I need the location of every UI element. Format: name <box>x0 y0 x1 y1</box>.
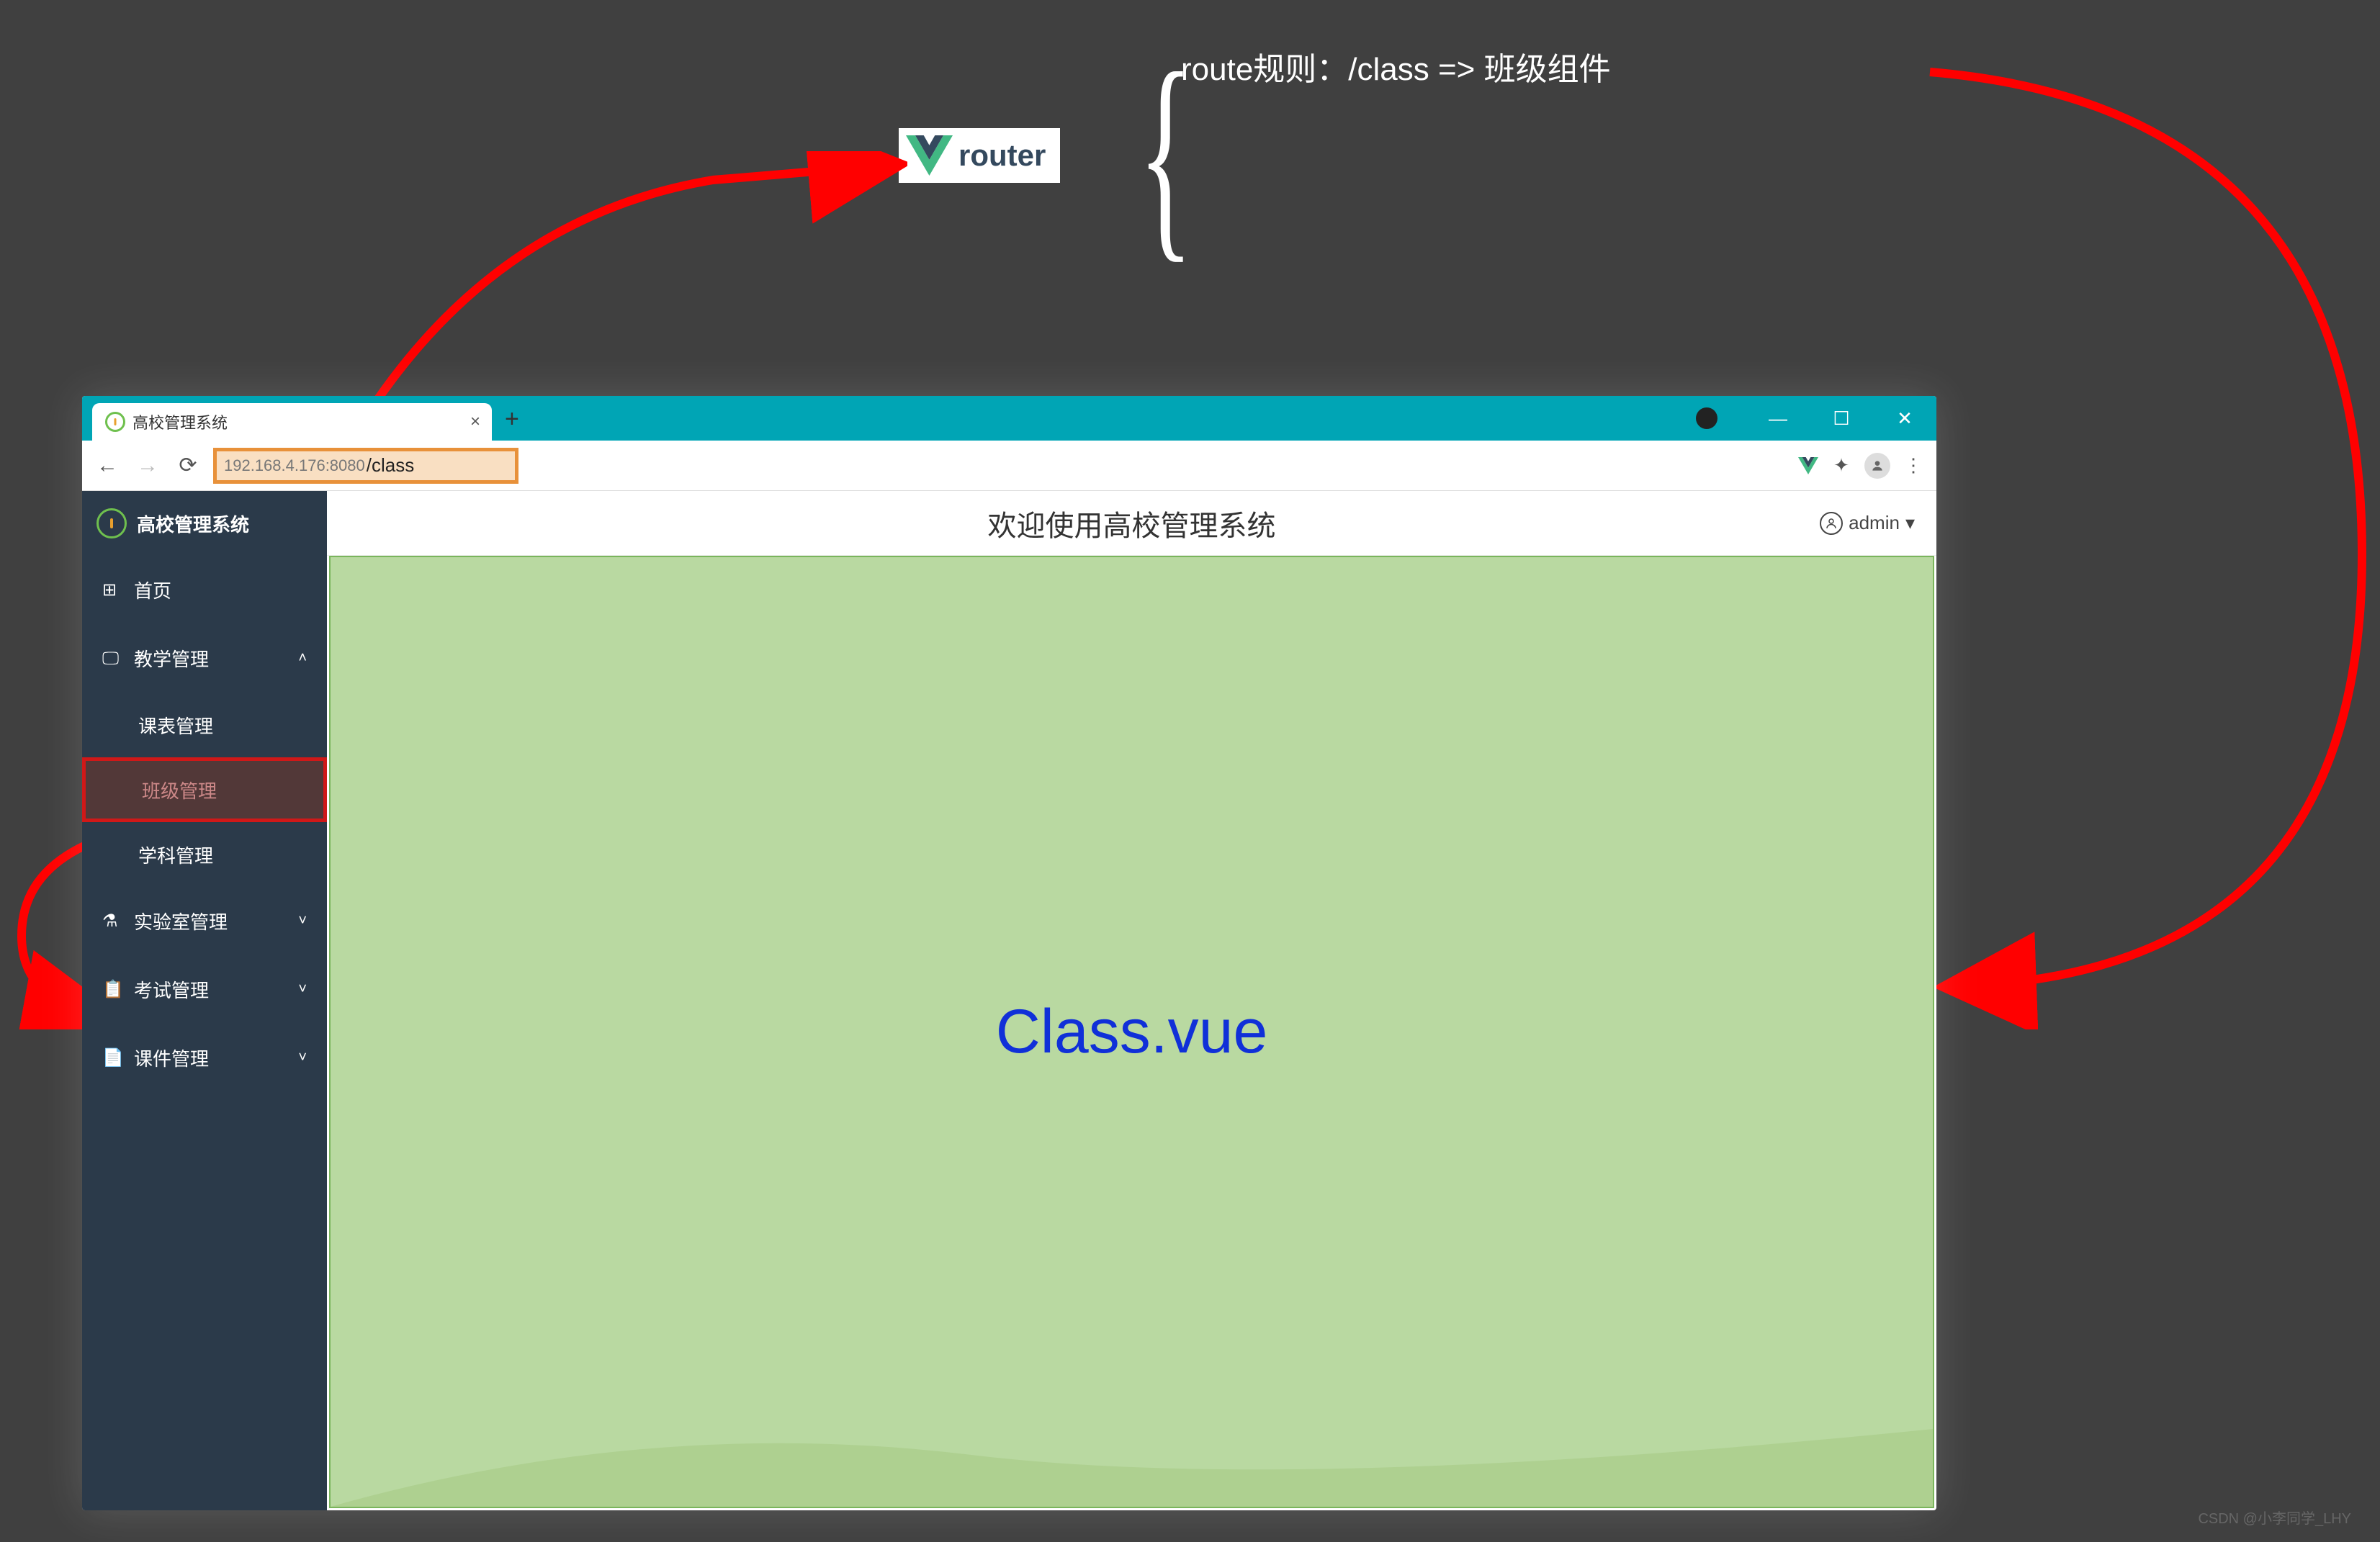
submenu-subject[interactable]: 学科管理 <box>82 822 327 887</box>
menu-label: 考试管理 <box>134 976 209 1003</box>
menu-label: 课件管理 <box>134 1045 209 1071</box>
incognito-icon <box>1696 407 1717 429</box>
chevron-up-icon: ˄ <box>298 650 307 667</box>
lab-icon: ⚗ <box>102 911 122 932</box>
menu-home[interactable]: ⊞ 首页 <box>82 556 327 624</box>
back-button[interactable]: ← <box>92 451 122 481</box>
submenu-schedule[interactable]: 课表管理 <box>82 693 327 757</box>
vue-logo-icon <box>906 135 953 176</box>
app-logo-icon <box>96 508 127 538</box>
sidebar-title: 高校管理系统 <box>137 510 249 537</box>
menu-teaching[interactable]: 🖵 教学管理 ˄ <box>82 624 327 693</box>
component-name: Class.vue <box>996 996 1268 1068</box>
app-area: 高校管理系统 ⊞ 首页 🖵 教学管理 ˄ 课表管理 班级管理 学科管理 <box>82 491 1936 1510</box>
maximize-button[interactable]: ☐ <box>1810 396 1873 441</box>
document-icon: 📄 <box>102 1047 122 1068</box>
url-path: /class <box>367 454 414 477</box>
browser-window: 高校管理系统 × + — ☐ ✕ ← → ⟳ 192.168.4.176:808… <box>82 396 1936 1510</box>
dashboard-icon: ⊞ <box>102 580 122 600</box>
menu-label: 首页 <box>134 577 171 603</box>
chevron-down-icon: ˅ <box>298 981 307 998</box>
tab-title: 高校管理系统 <box>133 410 228 433</box>
hill-decoration <box>331 1377 1933 1507</box>
browser-tab[interactable]: 高校管理系统 × <box>92 403 492 441</box>
clipboard-icon: 📋 <box>102 979 122 1000</box>
window-controls: — ☐ ✕ <box>1696 396 1936 441</box>
reload-button[interactable]: ⟳ <box>173 451 203 481</box>
welcome-text: 欢迎使用高校管理系统 <box>988 502 1276 544</box>
watermark: CSDN @小李同学_LHY <box>2198 1507 2351 1528</box>
new-tab-button[interactable]: + <box>505 405 519 433</box>
window-close-button[interactable]: ✕ <box>1873 396 1936 441</box>
monitor-icon: 🖵 <box>102 649 122 669</box>
address-bar: ← → ⟳ 192.168.4.176:8080 /class ✦ ⋮ <box>82 441 1936 491</box>
url-host: 192.168.4.176:8080 <box>224 456 365 475</box>
menu-label: 教学管理 <box>134 645 209 672</box>
sidebar-header: 高校管理系统 <box>82 491 327 556</box>
chevron-down-icon: ˅ <box>298 1050 307 1066</box>
browser-menu-button[interactable]: ⋮ <box>1900 453 1926 479</box>
route-rule-text: route规则：/class => 班级组件 <box>1181 43 1611 89</box>
router-label: router <box>958 138 1046 173</box>
user-icon <box>1820 512 1843 535</box>
minimize-button[interactable]: — <box>1746 396 1810 441</box>
submenu-label: 课表管理 <box>138 712 213 739</box>
username: admin <box>1849 512 1900 534</box>
submenu-label: 学科管理 <box>138 842 213 868</box>
chevron-down-icon: ▾ <box>1905 512 1915 534</box>
url-field[interactable]: 192.168.4.176:8080 /class <box>213 448 518 484</box>
chevron-down-icon: ˅ <box>298 913 307 929</box>
submenu-class[interactable]: 班级管理 <box>82 757 327 822</box>
content-header: 欢迎使用高校管理系统 admin ▾ <box>327 491 1936 556</box>
main-content: 欢迎使用高校管理系统 admin ▾ Class.vue <box>327 491 1936 1510</box>
menu-exam[interactable]: 📋 考试管理 ˅ <box>82 955 327 1024</box>
submenu-label: 班级管理 <box>142 777 217 803</box>
arrow-router-to-component <box>1901 50 2376 1029</box>
router-view: Class.vue <box>329 556 1934 1508</box>
forward-button[interactable]: → <box>133 451 163 481</box>
extensions-icon[interactable]: ✦ <box>1828 453 1854 479</box>
sidebar: 高校管理系统 ⊞ 首页 🖵 教学管理 ˄ 课表管理 班级管理 学科管理 <box>82 491 327 1510</box>
browser-tab-bar: 高校管理系统 × + — ☐ ✕ <box>82 396 1936 441</box>
menu-label: 实验室管理 <box>134 908 228 934</box>
vue-router-box: router <box>899 128 1060 183</box>
vue-extension-icon[interactable] <box>1798 457 1818 474</box>
tab-favicon-icon <box>105 412 125 432</box>
menu-courseware[interactable]: 📄 课件管理 ˅ <box>82 1024 327 1092</box>
profile-button[interactable] <box>1864 453 1890 479</box>
user-dropdown[interactable]: admin ▾ <box>1820 512 1915 535</box>
tab-close-button[interactable]: × <box>470 412 480 432</box>
menu-lab[interactable]: ⚗ 实验室管理 ˅ <box>82 887 327 955</box>
